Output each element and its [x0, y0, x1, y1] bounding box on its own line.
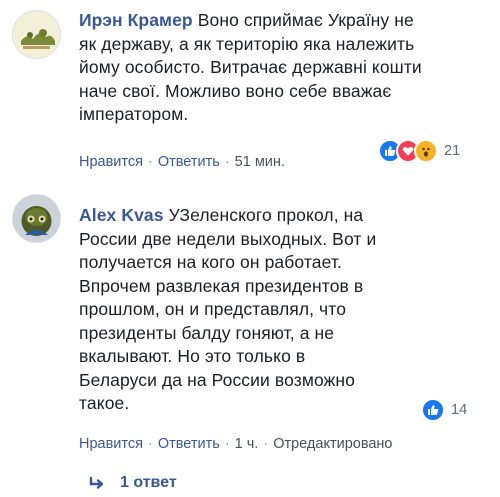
reply-button[interactable]: Ответить	[158, 154, 220, 170]
comment-line: Беларуси да на России возможно	[79, 369, 356, 390]
separator-dot: ·	[147, 436, 153, 452]
view-replies-link[interactable]: 1 ответ	[88, 474, 177, 492]
comment-text: Alex Kvas УЗеленского прокол, на России д…	[79, 204, 419, 416]
separator-dot: ·	[224, 154, 230, 170]
comment-line: йому особисто. Витрачає державні кошти	[79, 57, 422, 77]
comment-author[interactable]: Alex Kvas	[79, 205, 164, 225]
like-button[interactable]: Нравится	[79, 436, 143, 452]
comment-actions: Нравится · Ответить · 1 ч. · Отредактировано	[79, 436, 393, 452]
avatar-image	[13, 11, 60, 58]
comment-line: прошлом, он и представлял, что	[79, 299, 347, 319]
separator-dot: ·	[224, 436, 230, 452]
replies-count-label[interactable]: 1 ответ	[120, 474, 177, 492]
avatar[interactable]	[12, 10, 61, 59]
comment-author[interactable]: Ирэн Крамер	[79, 10, 193, 30]
edited-label[interactable]: Отредактировано	[273, 436, 392, 452]
reaction-count: 21	[444, 143, 461, 159]
separator-dot: ·	[263, 436, 269, 452]
like-icon	[421, 398, 445, 422]
comment-line: наче свої. Можливо воно себе вважає	[79, 80, 392, 101]
separator-dot: ·	[147, 154, 153, 170]
comment-line: Воно сприймає Україну не	[197, 10, 414, 30]
reply-button[interactable]: Ответить	[158, 436, 220, 452]
comment-line: Впрочем развлекая президентов в	[79, 275, 364, 296]
comment-line: УЗеленского прокол, на	[168, 205, 364, 225]
reaction-count: 14	[451, 402, 468, 418]
comment-line: России две недели выходных. Вот и	[79, 228, 377, 249]
reactions-summary[interactable]: 21	[378, 139, 461, 163]
reply-arrow-icon	[89, 476, 104, 489]
comment-line: получается на кого он работает.	[79, 252, 342, 272]
comment-line: такое.	[79, 393, 130, 413]
comment-line: імператором.	[79, 104, 189, 124]
wow-icon	[414, 139, 438, 163]
comment-line: вкалывают. Но это только в	[79, 346, 306, 366]
like-button[interactable]: Нравится	[79, 154, 143, 170]
comment-line: президенты балду гоняют, а не	[79, 322, 335, 343]
comment-line: як державу, а як територію яка належить	[79, 33, 415, 54]
comment-timestamp[interactable]: 1 ч.	[235, 436, 259, 452]
comment-text: Ирэн Крамер Воно сприймає Україну не як д…	[79, 9, 489, 127]
comment-actions: Нравится · Ответить · 51 мин.	[79, 154, 285, 170]
comment-timestamp[interactable]: 51 мин.	[235, 154, 285, 170]
avatar[interactable]	[12, 194, 61, 243]
reactions-summary[interactable]: 14	[421, 398, 468, 422]
avatar-image	[13, 195, 60, 242]
